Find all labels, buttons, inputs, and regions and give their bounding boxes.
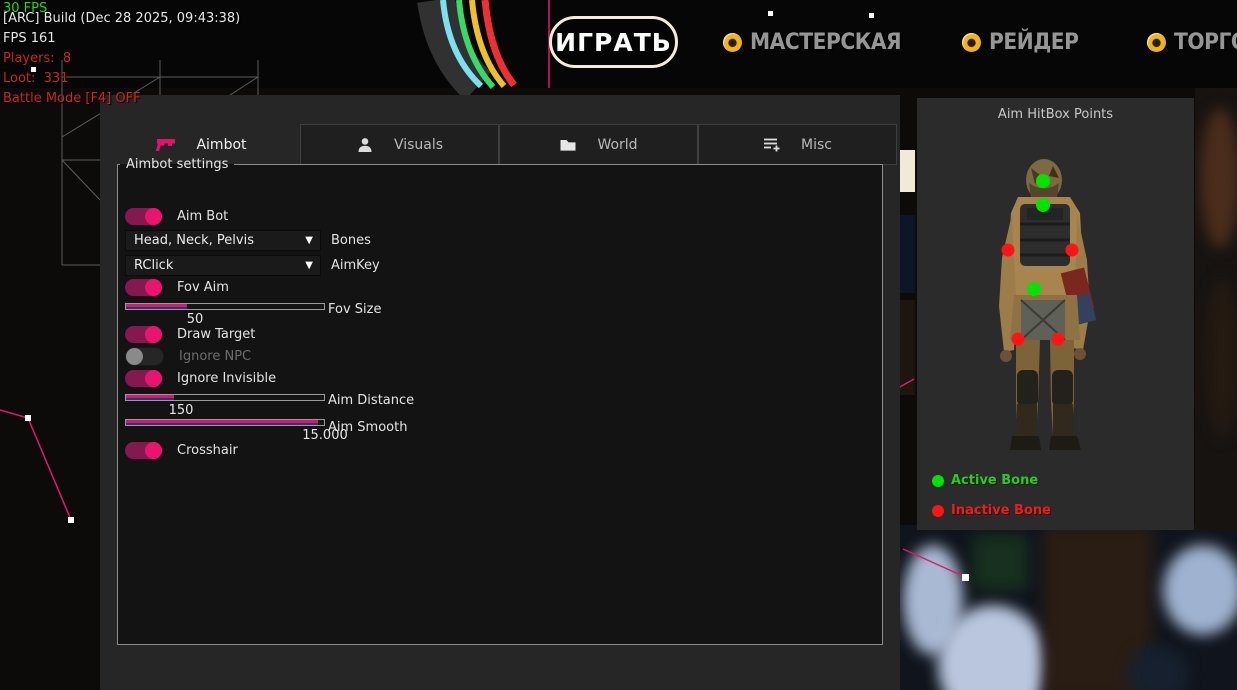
build-info: [ARC] Build (Dec 28 2025, 09:43:38) [3, 9, 240, 29]
hud-debug-overlay: 30 FPS [ARC] Build (Dec 28 2025, 09:43:3… [3, 0, 240, 100]
select-label: Bones [331, 233, 371, 248]
menu-item-label: РЕЙДЕР [989, 30, 1079, 55]
players-count: Players: 8 [3, 49, 240, 69]
slider-label: Fov Size [328, 302, 381, 317]
slider-value: 150 [169, 403, 194, 418]
folder-icon [559, 137, 577, 153]
legend-label: Active Bone [951, 473, 1038, 488]
menu-item-raider[interactable]: РЕЙДЕР [962, 28, 1086, 56]
select-value: Head, Neck, Pelvis [126, 233, 305, 248]
legend-active-bone: Active Bone [932, 473, 1038, 488]
bone-dot-left-shoulder[interactable] [1002, 244, 1015, 257]
fov-aim-toggle-row: Fov Aim [125, 279, 229, 296]
screen: 30 FPS [ARC] Build (Dec 28 2025, 09:43:3… [0, 0, 1237, 690]
legend-inactive-bone: Inactive Bone [932, 503, 1051, 518]
bone-dot-neck[interactable] [1036, 198, 1050, 212]
character-model [917, 128, 1194, 498]
ignore-npc-toggle-row: Ignore NPC [125, 348, 251, 365]
coin-icon [723, 33, 742, 52]
aimbot-settings-section: Aimbot settings Aim Bot Head, Neck, Pelv… [117, 157, 883, 645]
menu-item-trade[interactable]: ТОРГО [1147, 28, 1237, 56]
slider-value: 50 [187, 312, 204, 327]
bones-select[interactable]: Head, Neck, Pelvis ▼ [125, 230, 321, 251]
fov-aim-toggle[interactable] [125, 279, 162, 296]
section-title: Aimbot settings [120, 157, 234, 172]
tab-label: World [597, 137, 637, 153]
toggle-label: Ignore Invisible [177, 371, 276, 386]
bone-dot-head[interactable] [1036, 174, 1050, 188]
aimkey-select[interactable]: RClick ▼ [125, 255, 321, 276]
menu-item-label: МАСТЕРСКАЯ [750, 30, 901, 55]
chevron-down-icon: ▼ [305, 235, 320, 246]
play-button[interactable]: ИГРАТЬ [549, 16, 678, 68]
cheat-menu-panel: Aimbot Visuals World [100, 95, 900, 690]
loot-count: Loot: 331 [3, 69, 240, 89]
select-label: AimKey [331, 258, 380, 273]
person-icon [356, 137, 374, 153]
bone-dot-left-thigh[interactable] [1012, 333, 1025, 346]
toggle-label: Aim Bot [177, 209, 228, 224]
slider-label: Aim Distance [328, 393, 414, 408]
tab-label: Aimbot [196, 137, 246, 153]
inactive-bone-dot-icon [932, 505, 944, 517]
toggle-label: Crosshair [177, 443, 238, 458]
menu-item-label: ТОРГО [1174, 30, 1237, 55]
bone-dot-right-thigh[interactable] [1052, 333, 1065, 346]
active-bone-dot-icon [932, 475, 944, 487]
chevron-down-icon: ▼ [305, 260, 320, 271]
toggle-label: Fov Aim [177, 280, 229, 295]
draw-target-toggle[interactable] [125, 326, 162, 343]
toggle-label: Draw Target [177, 327, 255, 342]
select-value: RClick [126, 258, 305, 273]
toggle-label: Ignore NPC [179, 349, 251, 364]
ignore-invisible-toggle-row: Ignore Invisible [125, 370, 276, 387]
ignore-npc-toggle[interactable] [125, 347, 164, 366]
hitbox-panel-title: Aim HitBox Points [917, 107, 1194, 122]
bone-dot-right-shoulder[interactable] [1066, 244, 1079, 257]
aim-bot-toggle[interactable] [125, 208, 162, 225]
gun-icon [156, 137, 176, 153]
fps-label: FPS 161 [3, 29, 240, 49]
draw-target-toggle-row: Draw Target [125, 326, 255, 343]
aim-distance-slider[interactable]: 150 [125, 394, 325, 401]
bone-dot-pelvis[interactable] [1027, 282, 1041, 296]
fov-size-slider[interactable]: 50 [125, 303, 325, 310]
legend-label: Inactive Bone [951, 503, 1051, 518]
ignore-invisible-toggle[interactable] [125, 370, 162, 387]
crosshair-toggle[interactable] [125, 442, 162, 459]
menu-item-workshop[interactable]: МАСТЕРСКАЯ [723, 28, 914, 56]
playlist-add-icon [763, 136, 781, 153]
battle-mode-status: Battle Mode [F4] OFF [3, 89, 240, 109]
crosshair-toggle-row: Crosshair [125, 442, 238, 459]
tab-label: Misc [801, 137, 832, 153]
coin-icon [962, 33, 981, 52]
aim-smooth-slider[interactable]: 15.000 [125, 419, 325, 426]
aim-bot-toggle-row: Aim Bot [125, 208, 228, 225]
tab-label: Visuals [394, 137, 443, 153]
hitbox-panel: Aim HitBox Points [917, 98, 1194, 530]
slider-label: Aim Smooth [328, 420, 407, 435]
coin-icon [1147, 33, 1166, 52]
